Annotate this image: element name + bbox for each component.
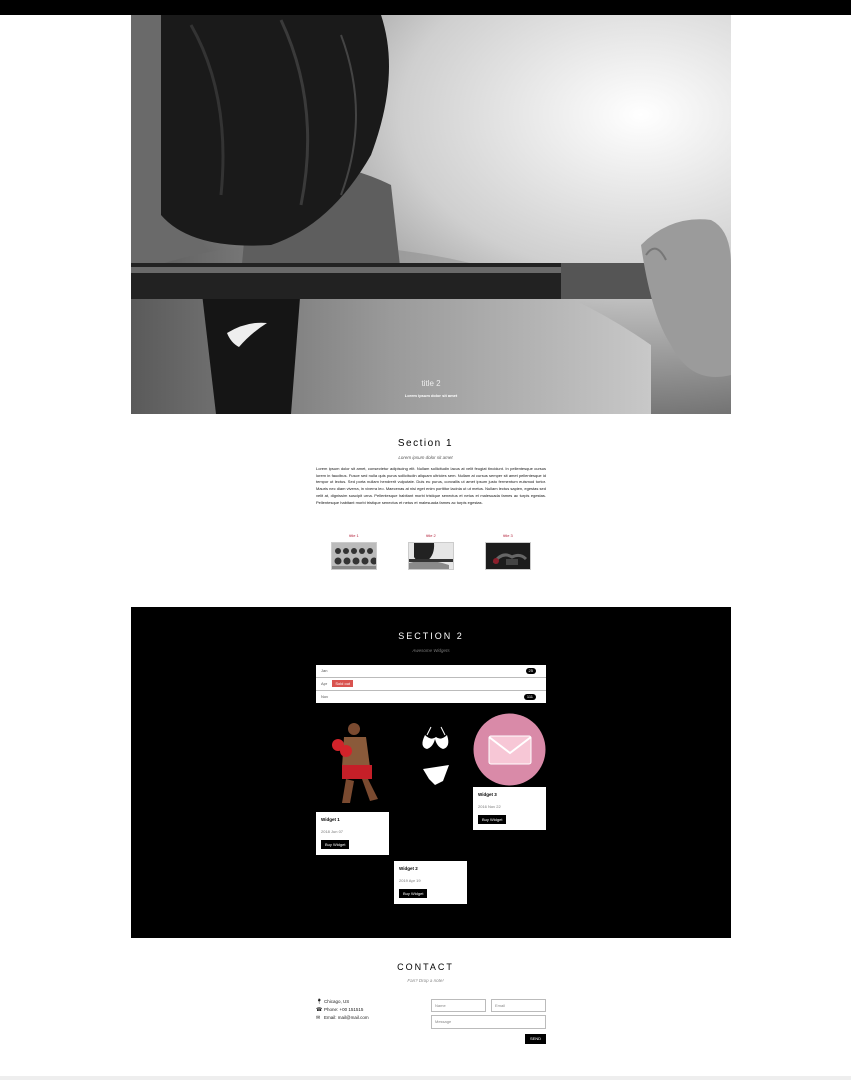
- count-badge: 25: [525, 668, 536, 674]
- thumbnail-3[interactable]: title 3: [485, 533, 531, 570]
- section1-title: Section 1: [397, 438, 454, 449]
- month-list: Jan 25 Apr Sold out Nov 111: [316, 665, 546, 703]
- weightlifter-image[interactable]: [408, 542, 454, 570]
- boxing-image[interactable]: [485, 542, 531, 570]
- contact-subtitle: Fan? Drop a note!: [407, 978, 444, 983]
- widget-card-1: Widget 1 2018 Jun 07 Buy Widget: [316, 812, 389, 855]
- widget-date: 2016 Nov 22: [478, 804, 501, 809]
- send-button[interactable]: SEND: [525, 1034, 546, 1044]
- thumbnail-2[interactable]: title 2: [408, 533, 454, 570]
- email-field[interactable]: Email: [491, 999, 546, 1012]
- count-badge: 111: [523, 694, 536, 700]
- widget-card-2: Widget 2 2019 Apr 19 Buy Widget: [394, 861, 467, 904]
- hero-banner: title 2 Lorem ipsum dolor sit amet: [131, 15, 731, 414]
- list-item-label: Nov: [321, 694, 329, 699]
- widget-title: Widget 3: [478, 792, 497, 797]
- contact-location: 📍︎ Chicago, US: [316, 999, 349, 1005]
- contact-title: CONTACT: [397, 962, 454, 972]
- phone-text: Phone: +00 151515: [324, 1007, 364, 1012]
- message-field[interactable]: Message: [431, 1015, 546, 1029]
- widget-title: Widget 2: [399, 866, 418, 871]
- list-item-label: Jan: [321, 668, 328, 673]
- list-item[interactable]: Jan 25: [316, 665, 546, 678]
- boxer-image: [326, 719, 386, 807]
- list-item-label: Apr: [321, 681, 328, 686]
- thumbnail-label: title 1: [349, 533, 359, 538]
- dumbbells-image[interactable]: [331, 542, 377, 570]
- buy-widget-button[interactable]: Buy Widget: [321, 840, 350, 849]
- hero-title: title 2: [421, 379, 441, 388]
- envelope-icon: ✉: [316, 1015, 321, 1021]
- widget-card-3: Widget 3 2016 Nov 22 Buy Widget: [473, 787, 546, 830]
- widget-title: Widget 1: [321, 817, 340, 822]
- widget-date: 2018 Jun 07: [321, 829, 344, 834]
- buy-widget-button[interactable]: Buy Widget: [478, 815, 507, 824]
- section1-subtitle: Lorem ipsum dolor sit amet: [398, 455, 453, 460]
- name-field[interactable]: Name: [431, 999, 486, 1012]
- status-badge: Sold out: [332, 680, 354, 688]
- section1-body-text: Lorem ipsum dolor sit amet, consectetur …: [316, 466, 546, 505]
- top-nav-bar: [0, 0, 851, 15]
- widget-date: 2019 Apr 19: [399, 878, 421, 883]
- location-text: Chicago, US: [324, 999, 350, 1004]
- map-marker-icon: 📍︎: [316, 999, 323, 1005]
- buy-widget-button[interactable]: Buy Widget: [399, 889, 428, 898]
- contact-email: ✉ Email: mail@mail.com: [316, 1015, 369, 1021]
- footer-divider: [0, 1076, 851, 1080]
- envelope-image: [473, 713, 546, 786]
- list-item[interactable]: Nov 111: [316, 691, 546, 703]
- email-text: Email: mail@mail.com: [324, 1015, 369, 1020]
- thumbnail-gallery: title 1 title 2 title 3: [316, 533, 546, 575]
- thumbnail-label: title 2: [426, 533, 436, 538]
- section2: SECTION 2 Awesome Widgets Jan 25 Apr Sol…: [131, 607, 731, 938]
- section2-subtitle: Awesome Widgets: [412, 648, 450, 653]
- phone-icon: ☎: [316, 1007, 323, 1013]
- thumbnail-label: title 3: [503, 533, 513, 538]
- hero-subtitle: Lorem ipsum dolor sit amet: [404, 393, 458, 398]
- section2-title: SECTION 2: [398, 631, 464, 641]
- list-item[interactable]: Apr Sold out: [316, 678, 546, 691]
- bikini-image: [411, 725, 461, 815]
- hero-image: [131, 15, 731, 414]
- thumbnail-1[interactable]: title 1: [331, 533, 377, 570]
- contact-phone: ☎ Phone: +00 151515: [316, 1007, 363, 1013]
